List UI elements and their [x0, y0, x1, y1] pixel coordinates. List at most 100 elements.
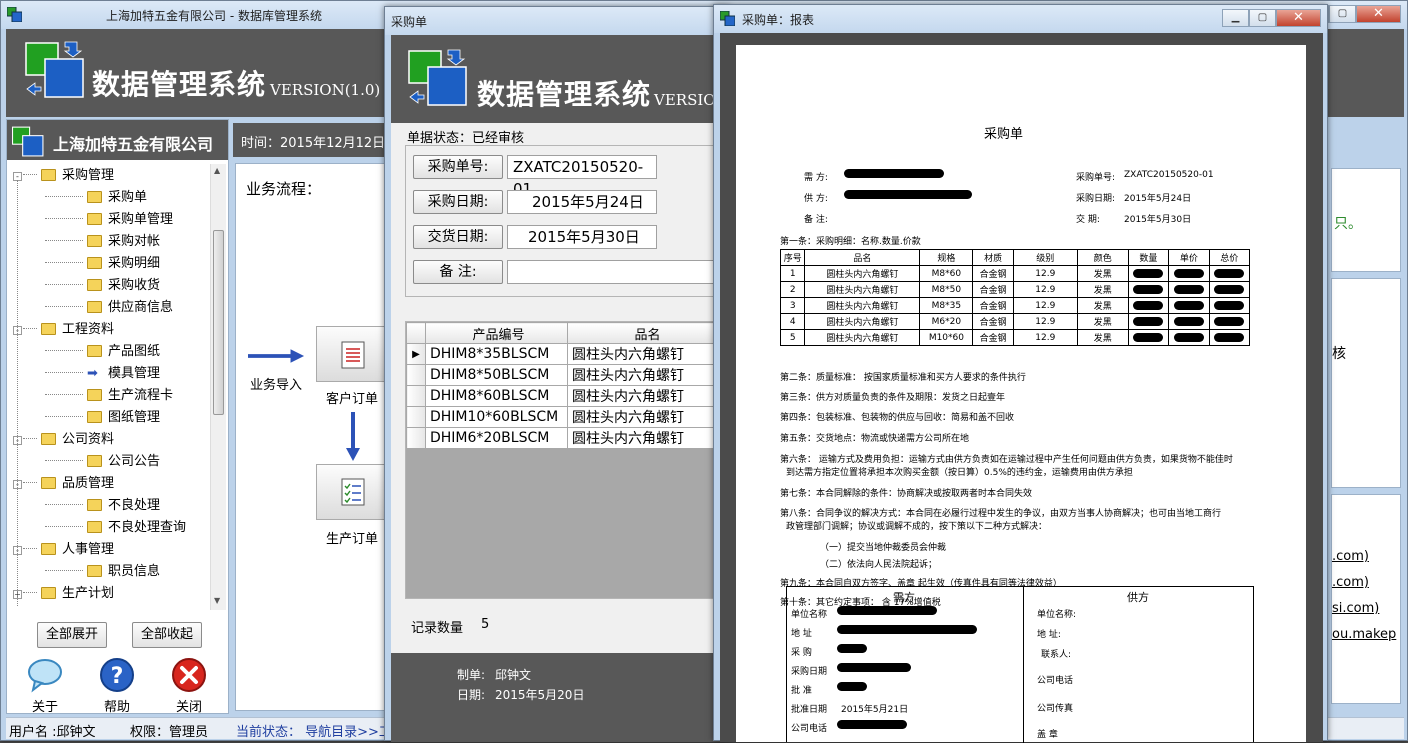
- tree-item-label: 采购收货: [108, 278, 161, 293]
- po-titlebar[interactable]: 采购单: [385, 7, 729, 35]
- tree-item[interactable]: 不良处理查询: [45, 516, 186, 538]
- table-row[interactable]: ▶ DHIM8*35BLSCM 圆柱头内六角螺钉: [406, 343, 724, 365]
- col-product-code[interactable]: 产品编号: [424, 322, 569, 344]
- tree-item[interactable]: - 采购管理: [13, 164, 114, 186]
- row-selector[interactable]: [406, 406, 426, 428]
- tree-line: [23, 328, 37, 329]
- cell-product-name[interactable]: 圆柱头内六角螺钉: [567, 343, 724, 365]
- tree-item[interactable]: 采购收货: [45, 274, 161, 296]
- report-cell: 发黑: [1076, 329, 1129, 346]
- po-no-field[interactable]: ZXATC20150520-01: [507, 155, 657, 198]
- report-maximize-icon[interactable]: ▢: [1249, 9, 1276, 27]
- link-4[interactable]: ou.makep: [1332, 627, 1396, 642]
- cell-product-code[interactable]: DHIM8*60BLSCM: [424, 385, 569, 407]
- report-close-icon[interactable]: ✕: [1276, 9, 1321, 27]
- delivery-date-button[interactable]: 交货日期:: [413, 225, 503, 249]
- remark-field[interactable]: [507, 260, 731, 284]
- tree-item-label: 采购明细: [108, 256, 161, 271]
- cell-product-name[interactable]: 圆柱头内六角螺钉: [567, 385, 724, 407]
- report-col-header: 数量: [1127, 249, 1170, 266]
- remark-button[interactable]: 备 注:: [413, 260, 503, 284]
- link-1[interactable]: .com): [1332, 549, 1369, 564]
- tree-line: [45, 372, 83, 373]
- tree-item[interactable]: 图纸管理: [45, 406, 160, 428]
- cell-product-name[interactable]: 圆柱头内六角螺钉: [567, 427, 724, 449]
- maximize-icon[interactable]: ▢: [1329, 5, 1356, 23]
- report-cell: 合金钢: [972, 265, 1014, 282]
- row-selector[interactable]: [406, 427, 426, 449]
- close-icon[interactable]: ✕: [1356, 5, 1401, 23]
- report-minimize-icon[interactable]: ▁: [1222, 9, 1249, 27]
- report-cell: 圆柱头内六角螺钉: [804, 329, 921, 346]
- report-window-title: 采购单：报表: [742, 13, 815, 27]
- collapse-all-button[interactable]: 全部收起: [132, 622, 202, 648]
- redaction-mark: [837, 644, 867, 654]
- row-selector[interactable]: [406, 364, 426, 386]
- tree-item-label: 采购对帐: [108, 234, 161, 249]
- tree-line: [23, 548, 37, 549]
- tree-item[interactable]: 采购对帐: [45, 230, 161, 252]
- tree-item[interactable]: 产品图纸: [45, 340, 160, 362]
- tree-item[interactable]: 供应商信息: [45, 296, 174, 318]
- help-button[interactable]: ? 帮助: [97, 657, 137, 715]
- row-selector[interactable]: ▶: [406, 343, 426, 365]
- row-selector[interactable]: [406, 385, 426, 407]
- po-date-footer-value: 2015年5月20日: [495, 688, 585, 702]
- status-role: 权限：管理员: [130, 725, 209, 740]
- col-product-name[interactable]: 品名: [567, 322, 724, 344]
- tree-item[interactable]: 公司公告: [45, 450, 160, 472]
- tree-item[interactable]: 不良处理: [45, 494, 160, 516]
- tree-item[interactable]: 采购单管理: [45, 208, 173, 230]
- tree-item[interactable]: 职员信息: [45, 560, 160, 582]
- right-panel-mid: 核: [1331, 278, 1401, 488]
- table-row[interactable]: DHIM6*20BLSCM 圆柱头内六角螺钉: [406, 427, 724, 449]
- production-order-node[interactable]: [316, 464, 386, 520]
- table-row[interactable]: DHIM8*60BLSCM 圆柱头内六角螺钉: [406, 385, 724, 407]
- tree-item[interactable]: - 公司资料: [13, 428, 114, 450]
- tree-item-label: 供应商信息: [108, 300, 174, 315]
- table-row[interactable]: DHIM8*50BLSCM 圆柱头内六角螺钉: [406, 364, 724, 386]
- cell-product-name[interactable]: 圆柱头内六角螺钉: [567, 406, 724, 428]
- redaction-mark: [837, 606, 937, 616]
- tree-item-label: 采购单: [108, 190, 148, 205]
- cell-product-name[interactable]: 圆柱头内六角螺钉: [567, 364, 724, 386]
- report-cell: 1: [779, 265, 806, 282]
- link-2[interactable]: .com): [1332, 575, 1369, 590]
- scroll-down-icon[interactable]: ▼: [214, 596, 220, 605]
- tree-item[interactable]: 采购明细: [45, 252, 161, 274]
- po-date-button[interactable]: 采购日期:: [413, 190, 503, 214]
- tree-item[interactable]: 采购单: [45, 186, 148, 208]
- redaction-mark: [1214, 284, 1245, 294]
- folder-icon: [41, 323, 56, 335]
- cell-product-code[interactable]: DHIM8*35BLSCM: [424, 343, 569, 365]
- report-col-header: 级别: [1012, 249, 1078, 266]
- about-button[interactable]: 关于: [25, 657, 65, 715]
- customer-order-node[interactable]: [316, 326, 386, 382]
- table-row[interactable]: DHIM10*60BLSCM 圆柱头内六角螺钉: [406, 406, 724, 428]
- chat-bubble-icon: [28, 659, 62, 693]
- tree-item[interactable]: - 工程资料: [13, 318, 114, 340]
- link-3[interactable]: si.com): [1332, 601, 1379, 616]
- cell-product-code[interactable]: DHIM6*20BLSCM: [424, 427, 569, 449]
- scroll-up-icon[interactable]: ▲: [214, 166, 220, 175]
- close-app-button[interactable]: 关闭: [169, 657, 209, 715]
- tree-item[interactable]: 生产流程卡: [45, 384, 173, 406]
- report-cell: 2: [779, 281, 806, 298]
- tree-item[interactable]: ➡ 模具管理: [45, 362, 160, 384]
- tree-scrollbar[interactable]: ▲ ▼: [210, 164, 226, 610]
- report-titlebar[interactable]: 采购单：报表 ▁ ▢ ✕: [714, 5, 1327, 33]
- cell-product-code[interactable]: DHIM8*50BLSCM: [424, 364, 569, 386]
- report-cell: 发黑: [1076, 281, 1129, 298]
- scroll-thumb[interactable]: [213, 230, 224, 415]
- report-cell: M8*50: [919, 281, 974, 298]
- right-fragment-text: 只。: [1334, 216, 1362, 232]
- po-no-button[interactable]: 采购单号:: [413, 155, 503, 179]
- tree-item[interactable]: - 品质管理: [13, 472, 114, 494]
- report-cell: 12.9: [1012, 297, 1078, 314]
- tree-item[interactable]: - 人事管理: [13, 538, 114, 560]
- po-date-field[interactable]: 2015年5月24日: [507, 190, 657, 214]
- delivery-date-field[interactable]: 2015年5月30日: [507, 225, 657, 249]
- cell-product-code[interactable]: DHIM10*60BLSCM: [424, 406, 569, 428]
- tree-item[interactable]: + 生产计划: [13, 582, 114, 604]
- expand-all-button[interactable]: 全部展开: [37, 622, 107, 648]
